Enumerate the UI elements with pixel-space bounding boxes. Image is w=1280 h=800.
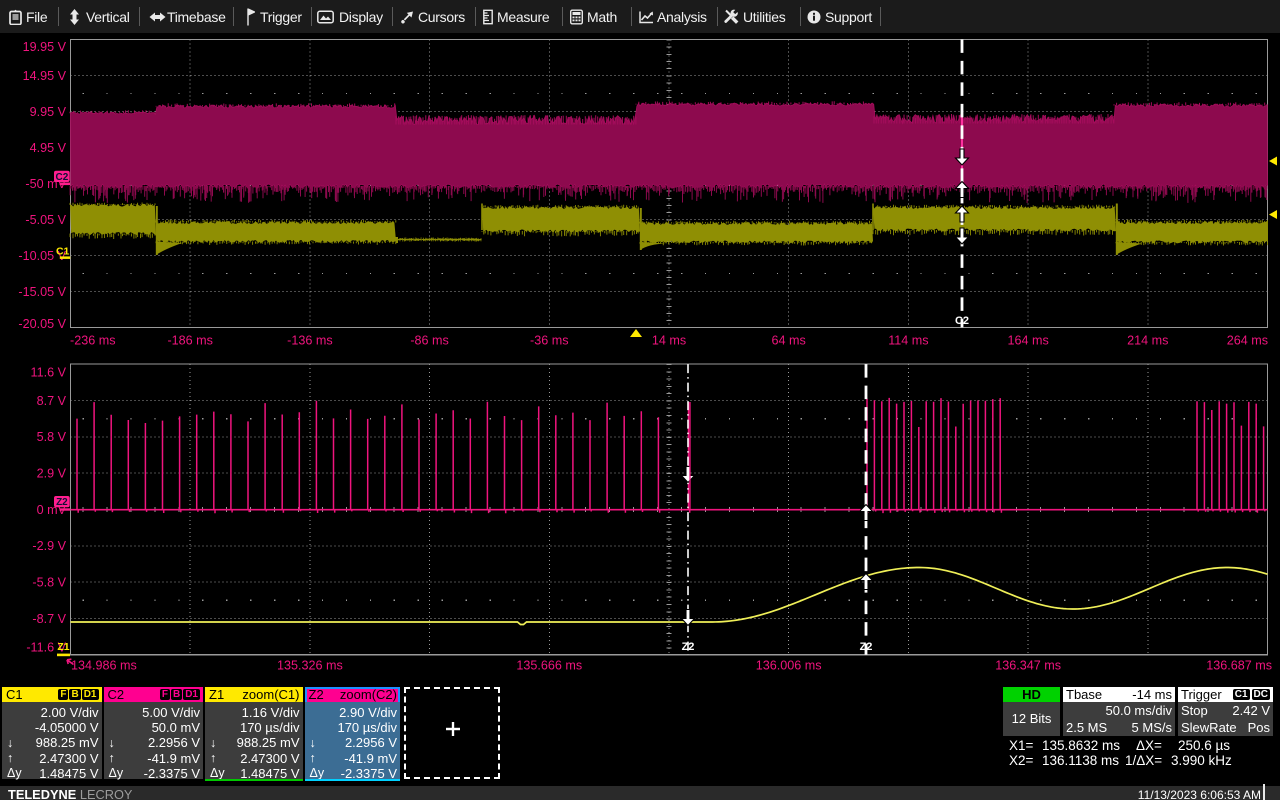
svg-text:-20.05 V: -20.05 V (18, 317, 66, 331)
svg-text:Z2: Z2 (56, 497, 68, 508)
svg-text:4.95 V: 4.95 V (30, 141, 67, 155)
svg-text:-136 ms: -136 ms (287, 334, 333, 348)
svg-text:8.7 V: 8.7 V (37, 394, 67, 408)
svg-text:C2: C2 (955, 315, 969, 327)
svg-text:-2.9 V: -2.9 V (32, 539, 66, 553)
svg-text:264 ms: 264 ms (1227, 334, 1268, 348)
svg-text:136.687 ms: 136.687 ms (1206, 659, 1272, 673)
svg-text:Z1: Z1 (57, 641, 69, 653)
svg-text:14 ms: 14 ms (652, 334, 686, 348)
svg-text:-8.7 V: -8.7 V (32, 612, 66, 626)
svg-text:-15.05 V: -15.05 V (18, 285, 66, 299)
svg-text:-236 ms: -236 ms (70, 334, 116, 348)
svg-text:11.6 V: 11.6 V (31, 365, 67, 379)
svg-text:C1: C1 (56, 245, 70, 257)
svg-text:136.347 ms: 136.347 ms (995, 659, 1061, 673)
svg-text:-86 ms: -86 ms (410, 334, 449, 348)
svg-text:Z2: Z2 (860, 641, 873, 653)
svg-text:14.95 V: 14.95 V (23, 69, 67, 83)
svg-text:C2: C2 (56, 172, 69, 183)
svg-text:19.95 V: 19.95 V (23, 40, 67, 54)
svg-text:-5.8 V: -5.8 V (32, 576, 66, 590)
svg-text:134.986 ms: 134.986 ms (71, 659, 137, 673)
svg-text:136.006 ms: 136.006 ms (756, 659, 822, 673)
svg-text:135.666 ms: 135.666 ms (516, 659, 582, 673)
svg-text:Z2: Z2 (682, 641, 695, 653)
svg-text:114 ms: 114 ms (888, 334, 928, 348)
svg-text:2.9 V: 2.9 V (37, 467, 67, 481)
svg-text:-5.05 V: -5.05 V (25, 213, 66, 227)
svg-text:214 ms: 214 ms (1127, 334, 1168, 348)
svg-text:9.95 V: 9.95 V (30, 105, 67, 119)
svg-text:5.8 V: 5.8 V (37, 430, 67, 444)
svg-text:-186 ms: -186 ms (167, 334, 213, 348)
svg-text:164 ms: 164 ms (1007, 334, 1048, 348)
svg-text:64 ms: 64 ms (772, 334, 806, 348)
svg-text:-36 ms: -36 ms (530, 334, 569, 348)
svg-text:135.326 ms: 135.326 ms (277, 659, 343, 673)
